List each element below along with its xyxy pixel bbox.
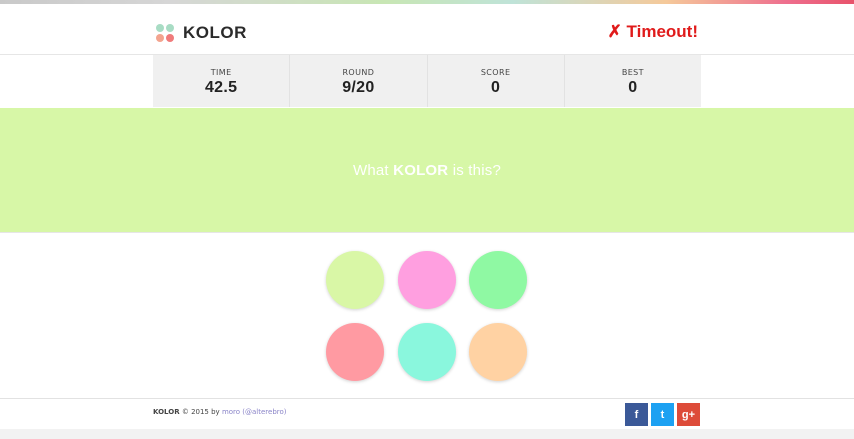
stat-value: 9/20 bbox=[342, 79, 375, 96]
handle-link[interactable]: (@alterebro) bbox=[242, 408, 286, 416]
twitter-icon: t bbox=[660, 408, 665, 421]
google-plus-icon: g+ bbox=[681, 408, 696, 421]
footer-credit: KOLOR © 2015 by moro (@alterebro) bbox=[153, 408, 287, 416]
logo[interactable]: KOLOR bbox=[156, 23, 247, 43]
top-color-strip bbox=[0, 0, 854, 9]
question-suffix: is this? bbox=[448, 161, 501, 179]
stat-label: SCORE bbox=[480, 68, 511, 77]
color-choice-3[interactable] bbox=[469, 251, 527, 309]
stat-value: 0 bbox=[628, 79, 638, 96]
facebook-share-button[interactable]: f bbox=[625, 403, 648, 426]
facebook-icon: f bbox=[634, 408, 639, 421]
stats-bar: TIME 42.5 ROUND 9/20 SCORE 0 BEST 0 bbox=[153, 55, 701, 107]
color-choice-6[interactable] bbox=[469, 323, 527, 381]
footer-bottom-bar bbox=[0, 429, 854, 439]
footer-brand: KOLOR bbox=[153, 408, 180, 416]
timeout-status: ✗ Timeout! bbox=[607, 22, 698, 41]
stat-value: 0 bbox=[491, 79, 501, 96]
stat-time: TIME 42.5 bbox=[153, 55, 291, 107]
social-buttons: f t g+ bbox=[625, 403, 700, 426]
stat-best: BEST 0 bbox=[565, 55, 701, 107]
google-plus-share-button[interactable]: g+ bbox=[677, 403, 700, 426]
color-choice-1[interactable] bbox=[326, 251, 384, 309]
question-text: What KOLOR is this? bbox=[353, 162, 501, 179]
header: KOLOR ✗ Timeout! bbox=[0, 9, 854, 55]
question-brand: KOLOR bbox=[393, 161, 449, 179]
question-prefix: What bbox=[352, 161, 394, 179]
stat-value: 42.5 bbox=[204, 79, 238, 96]
footer-copyright: © 2015 by bbox=[179, 408, 222, 416]
stat-label: BEST bbox=[621, 68, 644, 77]
stat-label: TIME bbox=[210, 68, 232, 77]
logo-text: KOLOR bbox=[183, 23, 247, 42]
twitter-share-button[interactable]: t bbox=[651, 403, 674, 426]
color-choice-4[interactable] bbox=[326, 323, 384, 381]
question-banner: What KOLOR is this? bbox=[0, 108, 854, 233]
color-choice-2[interactable] bbox=[398, 251, 456, 309]
logo-dots-icon bbox=[156, 23, 175, 43]
stat-round: ROUND 9/20 bbox=[290, 55, 428, 107]
footer: KOLOR © 2015 by moro (@alterebro) f t g+ bbox=[0, 398, 854, 429]
author-link[interactable]: moro bbox=[222, 408, 240, 416]
stat-label: ROUND bbox=[342, 68, 375, 77]
color-choices bbox=[326, 251, 528, 383]
color-choice-5[interactable] bbox=[398, 323, 456, 381]
stat-score: SCORE 0 bbox=[428, 55, 565, 107]
